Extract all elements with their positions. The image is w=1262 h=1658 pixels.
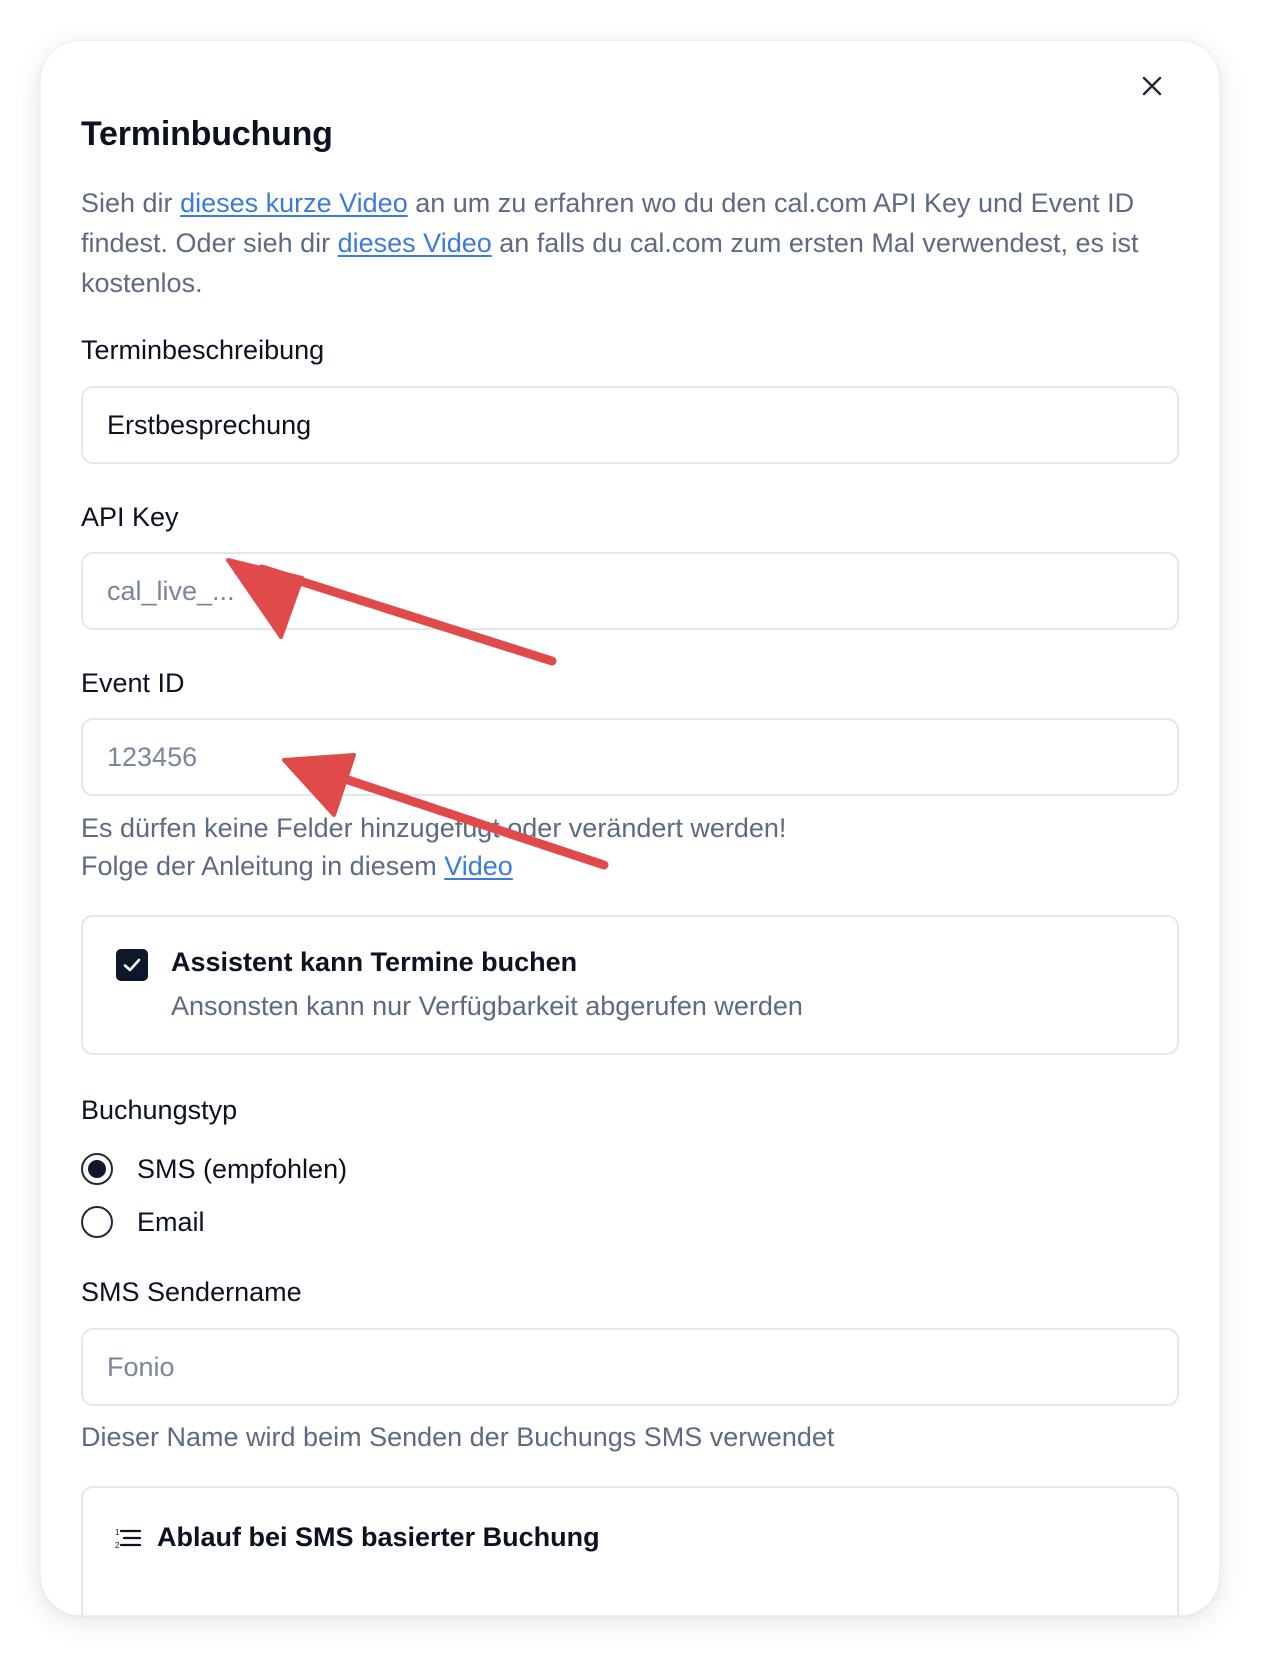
close-icon — [1142, 76, 1162, 96]
svg-text:2: 2 — [115, 1541, 120, 1549]
sms-flow-section[interactable]: 1 2 Ablauf bei SMS basierter Buchung — [81, 1486, 1179, 1615]
api-key-input[interactable] — [81, 552, 1179, 630]
dialog-title: Terminbuchung — [81, 115, 333, 153]
radio-option-sms[interactable]: SMS (empfohlen) — [81, 1151, 347, 1187]
guide-text-prefix: Folge der Anleitung in diesem — [81, 851, 445, 881]
email-radio-label: Email — [137, 1206, 205, 1237]
intro-text: Sieh dir dieses kurze Video an um zu erf… — [81, 183, 1179, 303]
page: Terminbuchung Sieh dir dieses kurze Vide… — [0, 0, 1262, 1658]
booking-type-label: Buchungstyp — [81, 1095, 238, 1125]
booking-option-title: Assistent kann Termine buchen — [171, 947, 578, 977]
short-video-link[interactable]: dieses kurze Video — [180, 188, 408, 218]
sms-flow-title: Ablauf bei SMS basierter Buchung — [157, 1522, 600, 1552]
guide-video-link[interactable]: Video — [444, 851, 513, 881]
booking-option-subtitle: Ansonsten kann nur Verfügbarkeit abgeruf… — [171, 991, 803, 1021]
sms-flow-header[interactable]: 1 2 Ablauf bei SMS basierter Buchung — [115, 1522, 600, 1553]
sms-radio[interactable] — [81, 1153, 113, 1185]
description-input[interactable] — [81, 386, 1179, 464]
video-link[interactable]: dieses Video — [338, 228, 492, 258]
email-radio[interactable] — [81, 1206, 113, 1238]
event-id-input[interactable] — [81, 718, 1179, 796]
list-icon: 1 2 — [115, 1528, 141, 1549]
sms-sender-hint: Dieser Name wird beim Senden der Buchung… — [81, 1422, 835, 1452]
api-key-label: API Key — [81, 502, 179, 532]
intro-text-part: Sieh dir — [81, 188, 181, 218]
sms-sender-input[interactable] — [81, 1328, 1179, 1406]
radio-option-email[interactable]: Email — [81, 1204, 205, 1240]
terminbuchung-dialog: Terminbuchung Sieh dir dieses kurze Vide… — [40, 40, 1220, 1616]
close-button[interactable] — [1129, 63, 1175, 109]
radio-selected-dot — [88, 1160, 106, 1178]
booking-checkbox[interactable] — [116, 949, 148, 981]
checkmark-icon — [123, 958, 141, 972]
description-label: Terminbeschreibung — [81, 335, 325, 365]
sms-radio-label: SMS (empfohlen) — [137, 1153, 348, 1184]
sms-sender-label: SMS Sendername — [81, 1277, 302, 1307]
guide-text: Folge der Anleitung in diesem Video — [81, 846, 513, 886]
event-id-label: Event ID — [81, 668, 185, 698]
svg-text:1: 1 — [115, 1528, 120, 1537]
warning-text: Es dürfen keine Felder hinzugefügt oder … — [81, 813, 787, 843]
booking-option-card[interactable]: Assistent kann Termine buchen Ansonsten … — [81, 915, 1179, 1055]
